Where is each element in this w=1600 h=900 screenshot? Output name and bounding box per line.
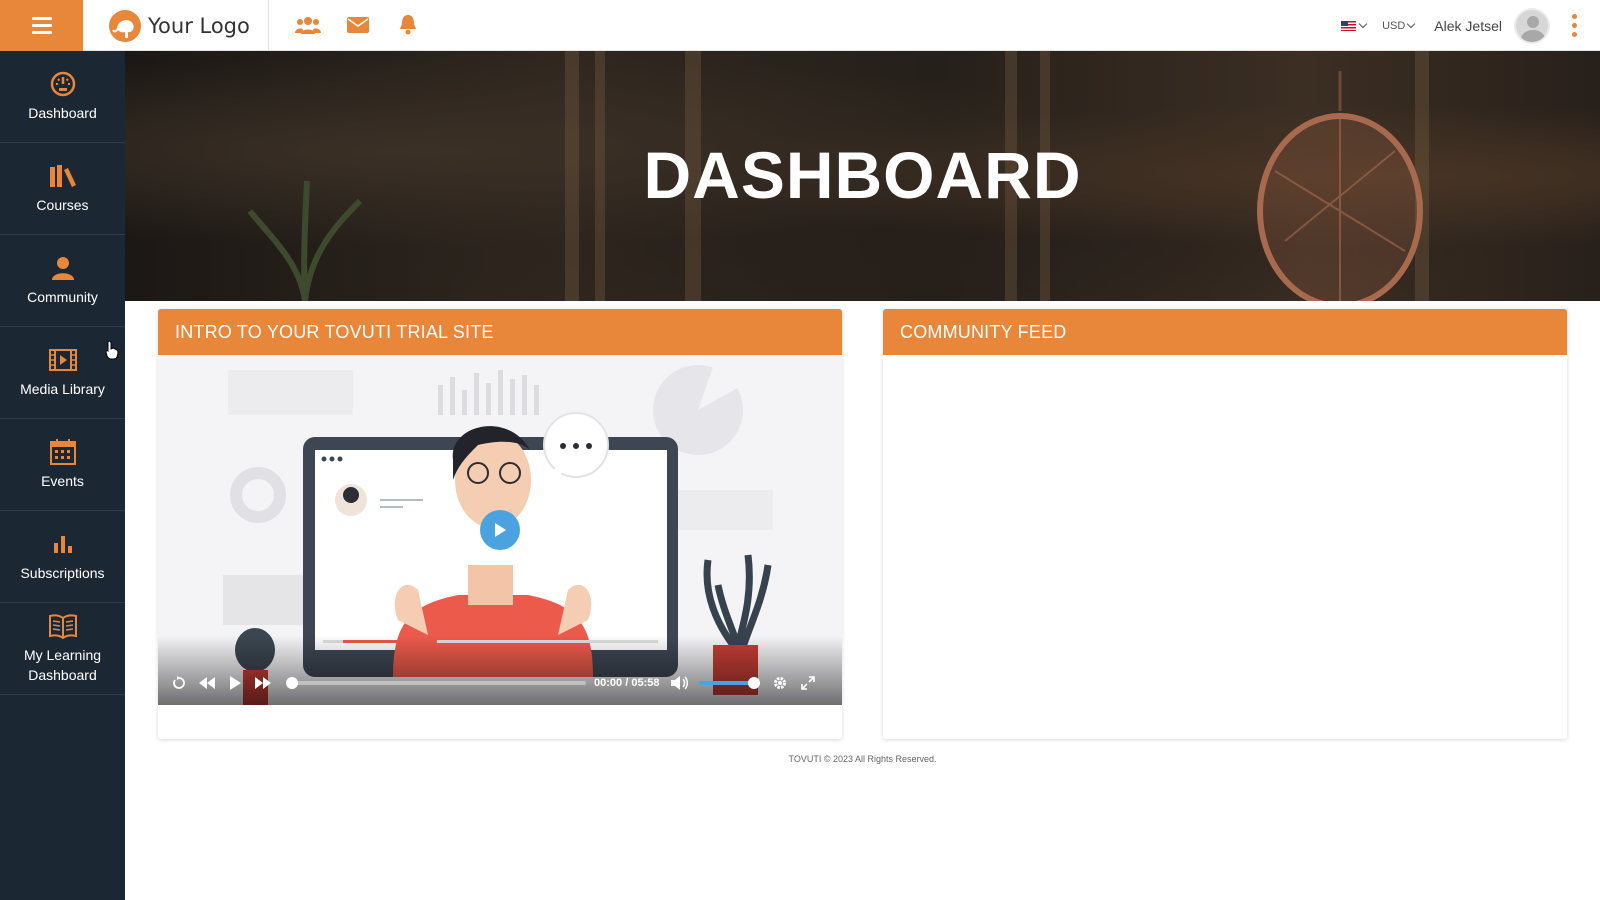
messages-button[interactable]: [344, 13, 372, 37]
community-feed-card: COMMUNITY FEED: [883, 309, 1567, 739]
header-icons: [294, 13, 422, 37]
video-progress-slider[interactable]: [286, 677, 586, 689]
header-divider: [268, 0, 269, 51]
hamburger-icon: [31, 17, 52, 34]
settings-button[interactable]: [771, 674, 789, 692]
language-select[interactable]: [1341, 19, 1368, 31]
sidebar-item-dashboard[interactable]: Dashboard: [0, 51, 125, 143]
restart-icon: [173, 676, 185, 689]
fast-forward-icon: [255, 677, 271, 689]
mute-button[interactable]: [671, 674, 689, 692]
open-book-icon: [48, 614, 77, 639]
rewind-icon: [199, 677, 215, 689]
bar-chart-icon: [53, 535, 72, 553]
users-button[interactable]: [294, 13, 322, 37]
volume-icon: [671, 676, 689, 690]
hero-banner: DASHBOARD: [125, 51, 1600, 301]
film-icon: [48, 348, 77, 371]
bell-icon: [400, 15, 416, 35]
sidebar-item-events[interactable]: Events: [0, 419, 125, 511]
page-title: DASHBOARD: [643, 138, 1082, 212]
community-feed-title: COMMUNITY FEED: [883, 309, 1567, 355]
currency-select[interactable]: USD: [1382, 19, 1416, 32]
kebab-dot-icon: [1571, 32, 1577, 37]
sidebar: Dashboard Courses Community Media Librar…: [0, 51, 125, 900]
progress-thumb[interactable]: [286, 677, 298, 689]
play-button[interactable]: [226, 674, 244, 692]
footer-copyright: TOVUTI © 2023 All Rights Reserved.: [788, 754, 937, 764]
menu-toggle-button[interactable]: [0, 0, 83, 51]
intro-card-title: INTRO TO YOUR TOVUTI TRIAL SITE: [158, 309, 842, 355]
community-user-icon: [50, 256, 75, 280]
top-bar: Your Logo USD Alek Jetsel: [0, 0, 1600, 51]
notifications-button[interactable]: [394, 13, 422, 37]
volume-slider[interactable]: [699, 677, 761, 689]
users-group-icon: [295, 17, 321, 34]
sidebar-item-label: My Learning Dashboard: [23, 646, 102, 683]
books-icon: [49, 164, 76, 187]
avatar[interactable]: [1514, 7, 1550, 44]
sidebar-item-label: Events: [41, 472, 84, 489]
video-controls: 00:00 / 05:58: [158, 635, 842, 705]
fullscreen-button[interactable]: [799, 674, 817, 692]
calendar-icon: [49, 438, 76, 465]
mouse-pointer-icon: [105, 340, 119, 360]
user-name[interactable]: Alek Jetsel: [1434, 18, 1502, 34]
gear-icon: [774, 677, 787, 689]
kebab-dot-icon: [1571, 23, 1577, 28]
time-separator: /: [625, 677, 629, 689]
sidebar-item-label: Dashboard: [28, 104, 97, 121]
sidebar-item-my-learning-dashboard[interactable]: My Learning Dashboard: [0, 603, 125, 695]
us-flag-icon: [1341, 20, 1357, 31]
elephant-logo-icon: [109, 10, 141, 42]
chevron-down-icon: [1407, 19, 1416, 29]
sidebar-item-label: Media Library: [20, 380, 105, 397]
header-right: USD Alek Jetsel: [1341, 0, 1600, 51]
fast-forward-button[interactable]: [254, 674, 272, 692]
fullscreen-icon: [801, 676, 816, 690]
sidebar-item-courses[interactable]: Courses: [0, 143, 125, 235]
video-time: 00:00 / 05:58: [594, 677, 659, 689]
logo[interactable]: Your Logo: [108, 9, 250, 43]
play-icon: [230, 676, 241, 690]
sidebar-item-label: Subscriptions: [20, 564, 105, 581]
volume-thumb[interactable]: [748, 677, 761, 689]
intro-card: INTRO TO YOUR TOVUTI TRIAL SITE 00:00 / …: [158, 309, 842, 739]
play-icon: [495, 523, 506, 537]
kebab-dot-icon: [1571, 14, 1577, 19]
current-time: 00:00: [594, 677, 623, 689]
logo-text: Your Logo: [148, 14, 250, 38]
play-overlay-button[interactable]: [480, 510, 520, 550]
rewind-button[interactable]: [198, 674, 216, 692]
sidebar-item-label: Community: [27, 288, 98, 305]
more-options-button[interactable]: [1566, 14, 1582, 38]
sidebar-item-subscriptions[interactable]: Subscriptions: [0, 511, 125, 603]
chevron-down-icon: [1358, 19, 1368, 29]
intro-video-player[interactable]: 00:00 / 05:58: [158, 355, 842, 705]
duration: 05:58: [631, 677, 660, 689]
envelope-icon: [347, 17, 369, 33]
dashboard-gauge-icon: [50, 71, 75, 96]
sidebar-item-community[interactable]: Community: [0, 235, 125, 327]
currency-value: USD: [1382, 19, 1406, 32]
sidebar-item-label: Courses: [36, 196, 89, 213]
restart-button[interactable]: [170, 674, 188, 692]
